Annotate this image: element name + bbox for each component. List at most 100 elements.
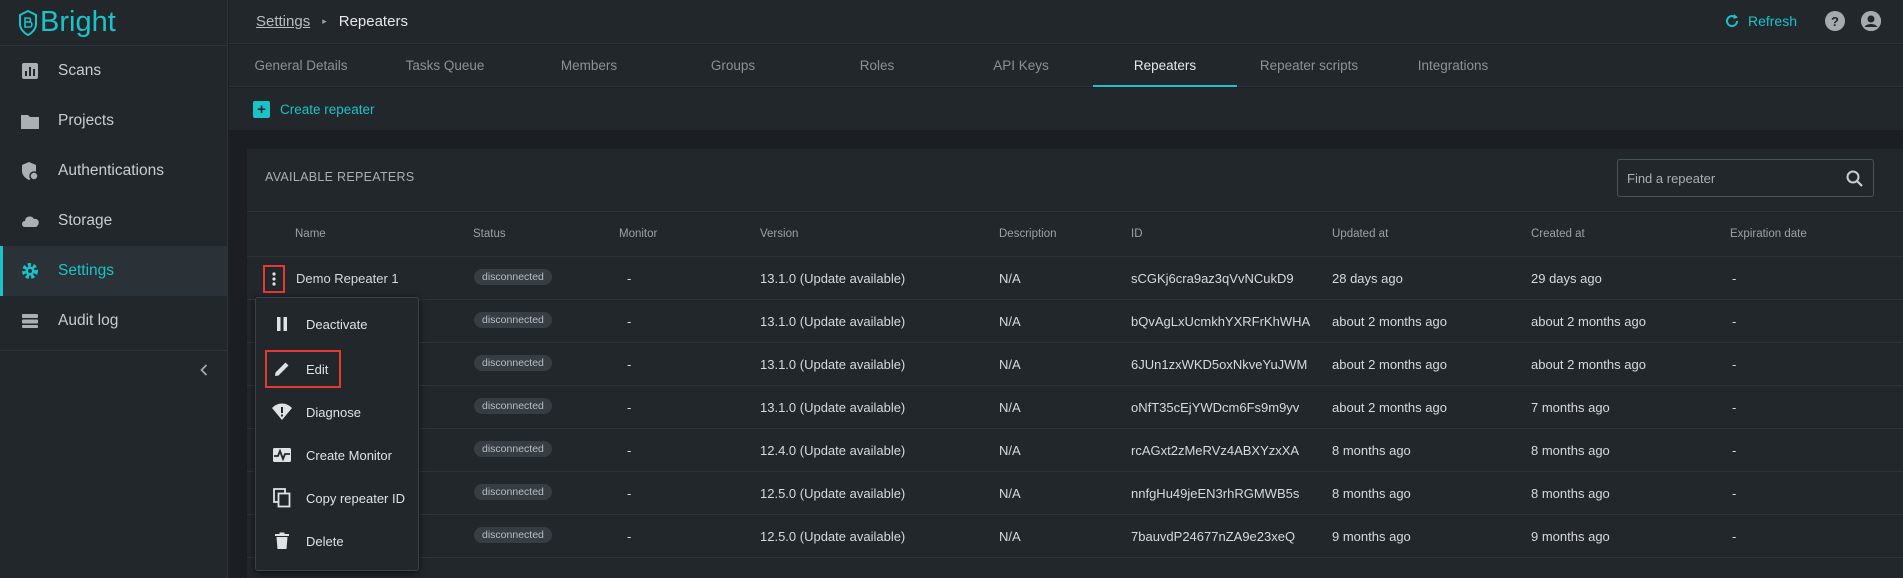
column-header-created-at[interactable]: Created at <box>1531 228 1585 240</box>
search-icon[interactable] <box>1846 170 1863 187</box>
sidebar-item-label: Audit log <box>58 312 119 329</box>
column-header-status[interactable]: Status <box>473 228 506 240</box>
refresh-label: Refresh <box>1747 13 1797 29</box>
table-row[interactable]: disconnected - 13.1.0 (Update available)… <box>247 300 1903 343</box>
expiration-value: - <box>1732 271 1737 286</box>
updated-at-value: 8 months ago <box>1332 486 1411 501</box>
refresh-icon <box>1726 14 1738 28</box>
tab-groups[interactable]: Groups <box>661 45 805 86</box>
table-row[interactable]: Demo Repeater 1 disconnected - 13.1.0 (U… <box>247 257 1903 300</box>
menu-item-label: Delete <box>306 533 344 549</box>
breadcrumb: Settings ▸ Repeaters <box>256 13 408 30</box>
pause-icon <box>271 313 293 335</box>
tab-roles[interactable]: Roles <box>805 45 949 86</box>
menu-item-label: Edit <box>306 361 329 377</box>
repeaters-panel: AVAILABLE REPEATERS Name Status Monitor … <box>247 149 1903 578</box>
column-header-updated-at[interactable]: Updated at <box>1332 228 1388 240</box>
table-row[interactable]: disconnected - 13.1.0 (Update available)… <box>247 386 1903 429</box>
updated-at-value: 8 months ago <box>1332 443 1411 458</box>
table-row[interactable]: disconnected - 12.5.0 (Update available)… <box>247 515 1903 558</box>
wifi-alert-icon <box>271 401 293 423</box>
bright-logo-icon <box>19 9 37 36</box>
tab-api-keys[interactable]: API Keys <box>949 45 1093 86</box>
sidebar-divider <box>0 350 227 351</box>
sidebar-item-settings[interactable]: Settings <box>0 246 227 296</box>
repeater-name[interactable]: Demo Repeater 1 <box>296 271 399 286</box>
collapse-sidebar-button[interactable] <box>196 362 212 378</box>
create-repeater-label: Create repeater <box>280 101 375 117</box>
column-header-version[interactable]: Version <box>760 228 798 240</box>
brand-logo[interactable]: Bright <box>0 0 227 46</box>
breadcrumb-settings-link[interactable]: Settings <box>256 13 310 30</box>
sidebar-item-authentications[interactable]: Authentications <box>0 146 227 196</box>
version-value: 13.1.0 (Update available) <box>760 357 906 372</box>
search-box <box>1617 159 1874 197</box>
status-badge: disconnected <box>474 312 552 328</box>
search-input[interactable] <box>1627 170 1837 186</box>
menu-item-diagnose[interactable]: Diagnose <box>256 394 418 430</box>
menu-item-deactivate[interactable]: Deactivate <box>256 306 418 342</box>
created-at-value: 8 months ago <box>1531 443 1610 458</box>
menu-item-create-monitor[interactable]: Create Monitor <box>256 437 418 473</box>
repeater-id: oNfT35cEjYWDcm6Fs9m9yv <box>1131 400 1300 415</box>
sidebar: Bright Scans Projects Authentications St… <box>0 0 228 578</box>
column-header-monitor[interactable]: Monitor <box>619 228 657 240</box>
version-value: 12.4.0 (Update available) <box>760 443 906 458</box>
repeater-id: bQvAgLxUcmkhYXRFrKhWHA <box>1131 314 1311 329</box>
copy-icon <box>271 487 293 509</box>
monitor-value: - <box>627 529 632 544</box>
tab-integrations[interactable]: Integrations <box>1381 45 1525 86</box>
sidebar-item-audit-log[interactable]: Audit log <box>0 296 227 346</box>
tab-members[interactable]: Members <box>517 45 661 86</box>
table-row[interactable]: disconnected - 12.5.0 (Update available)… <box>247 472 1903 515</box>
tab-repeater-scripts[interactable]: Repeater scripts <box>1237 45 1381 86</box>
plus-icon: + <box>253 100 270 118</box>
account-icon[interactable] <box>1861 11 1881 31</box>
monitor-value: - <box>627 271 632 286</box>
help-icon[interactable]: ? <box>1825 11 1845 31</box>
table-row[interactable]: disconnected - 12.4.0 (Update available)… <box>247 429 1903 472</box>
sidebar-item-storage[interactable]: Storage <box>0 196 227 246</box>
menu-item-delete[interactable]: Delete <box>256 523 418 559</box>
description-value: N/A <box>999 443 1021 458</box>
description-value: N/A <box>999 486 1021 501</box>
status-badge: disconnected <box>474 355 552 371</box>
table-row[interactable]: disconnected - 13.1.0 (Update available)… <box>247 343 1903 386</box>
panel-title: AVAILABLE REPEATERS <box>265 170 415 184</box>
shield-lock-icon <box>20 161 40 181</box>
sidebar-item-label: Projects <box>58 112 114 129</box>
column-header-expiration-date[interactable]: Expiration date <box>1730 228 1807 240</box>
column-header-description[interactable]: Description <box>999 228 1057 240</box>
scans-chart-icon <box>20 61 40 81</box>
monitor-value: - <box>627 314 632 329</box>
tab-tasks-queue[interactable]: Tasks Queue <box>373 45 517 86</box>
top-header: Settings ▸ Repeaters Refresh ? <box>229 0 1903 44</box>
tab-general-details[interactable]: General Details <box>229 45 373 86</box>
create-repeater-button[interactable]: + Create repeater <box>253 100 375 118</box>
column-header-id[interactable]: ID <box>1131 228 1143 240</box>
pencil-icon <box>271 358 293 380</box>
repeater-id: rcAGxt2zMeRVz4ABXYzxXA <box>1131 443 1300 458</box>
column-header-name[interactable]: Name <box>295 228 326 240</box>
version-value: 13.1.0 (Update available) <box>760 400 906 415</box>
menu-item-edit[interactable]: Edit <box>256 351 418 387</box>
tab-repeaters[interactable]: Repeaters <box>1093 45 1237 87</box>
repeater-id: 6JUn1zxWKD5oxNkveYuJWM <box>1131 357 1308 372</box>
row-context-menu: Deactivate Edit Diagnose Create Monitor … <box>255 297 419 571</box>
created-at-value: 8 months ago <box>1531 486 1610 501</box>
created-at-value: 29 days ago <box>1531 271 1602 286</box>
monitor-value: - <box>627 400 632 415</box>
row-actions-menu-button[interactable] <box>263 265 285 293</box>
menu-item-copy-repeater-id[interactable]: Copy repeater ID <box>256 480 418 516</box>
folder-icon <box>20 111 40 131</box>
status-badge: disconnected <box>474 527 552 543</box>
expiration-value: - <box>1732 400 1737 415</box>
created-at-value: about 2 months ago <box>1531 314 1646 329</box>
sidebar-item-projects[interactable]: Projects <box>0 96 227 146</box>
version-value: 13.1.0 (Update available) <box>760 271 906 286</box>
audit-log-icon <box>20 311 40 331</box>
repeater-id: nnfgHu49jeEN3rhRGMWB5s <box>1131 486 1300 501</box>
monitor-value: - <box>627 486 632 501</box>
refresh-button[interactable]: Refresh <box>1724 13 1797 29</box>
sidebar-item-scans[interactable]: Scans <box>0 46 227 96</box>
